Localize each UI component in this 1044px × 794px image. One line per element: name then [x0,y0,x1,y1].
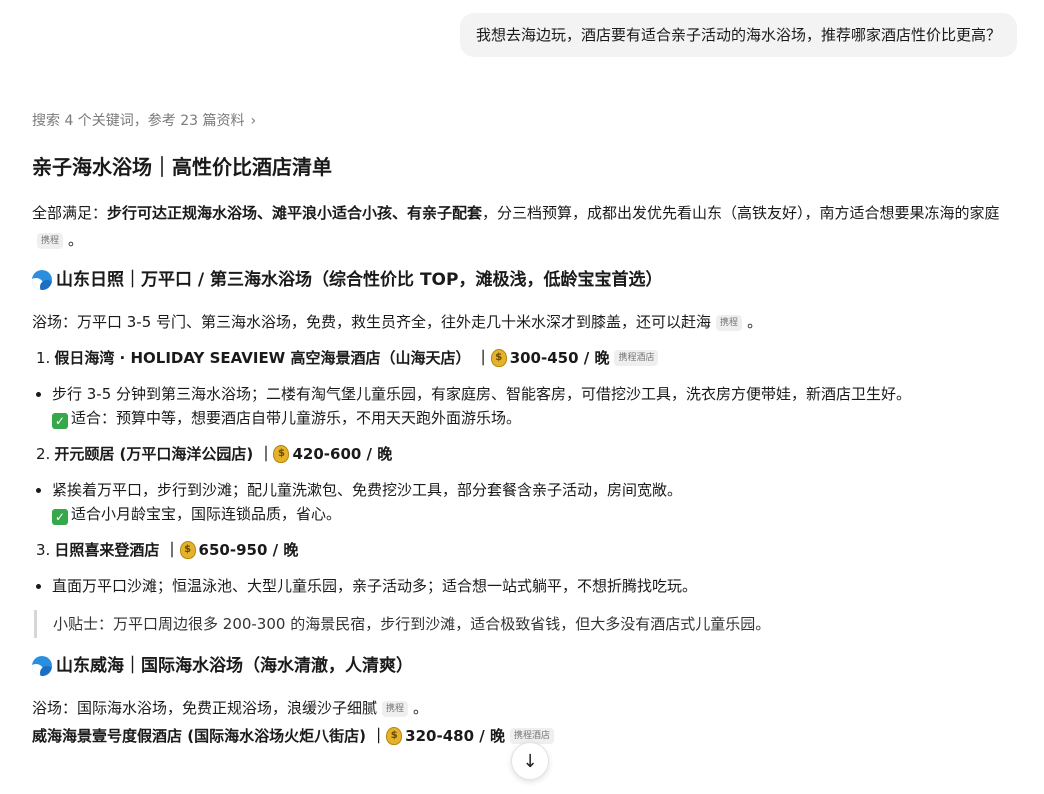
hotel-suitability-text: 适合：预算中等，想要酒店自带儿童游乐，不用天天跑外面游乐场。 [71,409,522,427]
hotel-number: 1. [36,349,51,367]
intro-suffix: ，分三档预算，成都出发优先看山东（高铁友好），南方适合想要果冻海的家庭 [482,204,1000,222]
user-message-bubble: 我想去海边玩，酒店要有适合亲子活动的海水浴场，推荐哪家酒店性价比更高？ [459,13,1017,57]
list-item: 紧挨着万平口，步行到沙滩；配儿童洗漱包、免费挖沙工具，部分套餐含亲子活动，房间宽… [52,478,1022,526]
hotel-item-1-details: 步行 3-5 分钟到第三海水浴场；二楼有淘气堡儿童乐园，有家庭房、智能客房，可借… [32,382,1022,430]
citation-badge[interactable]: 携程 [37,232,64,249]
beach-info: 浴场：万平口 3-5 号门、第三海水浴场，免费，救生员齐全，往外走几十米水深才到… [32,310,1022,334]
arrow-down-icon: ↓ [522,750,538,772]
hotel-detail-text: 步行 3-5 分钟到第三海水浴场；二楼有淘气堡儿童乐园，有家庭房、智能客房，可借… [52,385,912,403]
check-mark-icon: ✓ [52,413,68,429]
water-wave-icon [32,270,52,290]
intro-bold: 步行可达正规海水浴场、滩平浪小适合小孩、有亲子配套 [107,204,483,222]
hotel-number: 2. [36,445,51,463]
hotel-item-3-details: 直面万平口沙滩；恒温泳池、大型儿童乐园，亲子活动多；适合想一站式躺平，不想折腾找… [32,574,1022,598]
money-bag-icon: $ [386,727,403,745]
section-heading-weihai: 山东威海｜国际海水浴场（海水清澈，人清爽） [32,652,1022,680]
beach-info-text: 浴场：国际海水浴场，免费正规浴场，浪缓沙子细腻 [32,699,378,717]
section-heading-text: 山东日照｜万平口 / 第三海水浴场（综合性价比 TOP，滩极浅，低龄宝宝首选） [56,270,663,290]
intro-prefix: 全部满足： [32,204,108,222]
list-item: 直面万平口沙滩；恒温泳池、大型儿童乐园，亲子活动多；适合想一站式躺平，不想折腾找… [52,574,1022,598]
intro-end: 。 [68,231,84,249]
money-bag-icon: $ [273,445,290,463]
hotel-item-3-title: 3. 日照喜来登酒店 ｜ $ 650-950 / 晚 [32,538,1022,562]
user-message-row: 我想去海边玩，酒店要有适合亲子活动的海水浴场，推荐哪家酒店性价比更高？ [459,13,1017,57]
section-heading-rizhao: 山东日照｜万平口 / 第三海水浴场（综合性价比 TOP，滩极浅，低龄宝宝首选） [32,266,1022,294]
hotel-price: 320-480 / 晚 [405,727,505,745]
water-wave-icon [32,656,52,676]
hotel-item-2-details: 紧挨着万平口，步行到沙滩；配儿童洗漱包、免费挖沙工具，部分套餐含亲子活动，房间宽… [32,478,1022,526]
hotel-name: 威海海景壹号度假酒店 (国际海水浴场火炬八街店) ｜ [32,727,387,745]
money-bag-icon: $ [179,541,196,559]
search-summary-toggle[interactable]: 搜索 4 个关键词，参考 23 篇资料 › [32,110,256,132]
hotel-detail-text: 直面万平口沙滩；恒温泳池、大型儿童乐园，亲子活动多；适合想一站式躺平，不想折腾找… [52,577,698,595]
citation-badge[interactable]: 携程 [382,700,409,717]
hotel-price: 420-600 / 晚 [292,445,393,463]
intro-paragraph: 全部满足：步行可达正规海水浴场、滩平浪小适合小孩、有亲子配套，分三档预算，成都出… [32,200,1022,254]
hotel-name: 假日海湾 · HOLIDAY SEAVIEW 高空海景酒店（山海天店） ｜ [54,349,491,367]
hotel-name: 开元颐居 (万平口海洋公园店) ｜ [54,445,274,463]
search-summary-text: 搜索 4 个关键词，参考 23 篇资料 [32,113,245,129]
chevron-right-icon: › [250,113,257,129]
money-bag-icon: $ [490,349,507,367]
hotel-price: 300-450 / 晚 [509,349,610,367]
beach-info-end: 。 [747,313,763,331]
check-mark-icon: ✓ [52,509,68,525]
hotel-detail-text: 紧挨着万平口，步行到沙滩；配儿童洗漱包、免费挖沙工具，部分套餐含亲子活动，房间宽… [52,481,683,499]
hotel-item-2-title: 2. 开元颐居 (万平口海洋公园店) ｜ $ 420-600 / 晚 [32,442,1022,466]
chat-page: 我想去海边玩，酒店要有适合亲子活动的海水浴场，推荐哪家酒店性价比更高？ 搜索 4… [0,0,1044,794]
beach-info: 浴场：国际海水浴场，免费正规浴场，浪缓沙子细腻 携程。 [32,696,1022,720]
section-heading-text: 山东威海｜国际海水浴场（海水清澈，人清爽） [56,656,413,676]
hotel-suitability-text: 适合小月龄宝宝，国际连锁品质，省心。 [71,505,342,523]
citation-badge[interactable]: 携程 [716,314,743,331]
hotel-number: 3. [36,541,51,559]
hotel-name: 日照喜来登酒店 ｜ [54,541,180,559]
list-item: 步行 3-5 分钟到第三海水浴场；二楼有淘气堡儿童乐园，有家庭房、智能客房，可借… [52,382,1022,430]
citation-badge[interactable]: 携程酒店 [614,350,659,366]
scroll-to-bottom-button[interactable]: ↓ [511,742,549,780]
hotel-item-1-title: 1. 假日海湾 · HOLIDAY SEAVIEW 高空海景酒店（山海天店） ｜… [32,346,1022,370]
beach-info-end: 。 [413,699,429,717]
tip-blockquote: 小贴士：万平口周边很多 200-300 的海景民宿，步行到沙滩，适合极致省钱，但… [34,610,1022,638]
beach-info-text: 浴场：万平口 3-5 号门、第三海水浴场，免费，救生员齐全，往外走几十米水深才到… [32,313,712,331]
answer-title: 亲子海水浴场｜高性价比酒店清单 [32,155,332,179]
hotel-price: 650-950 / 晚 [198,541,299,559]
assistant-answer: 搜索 4 个关键词，参考 23 篇资料 › 亲子海水浴场｜高性价比酒店清单 全部… [32,110,1022,760]
